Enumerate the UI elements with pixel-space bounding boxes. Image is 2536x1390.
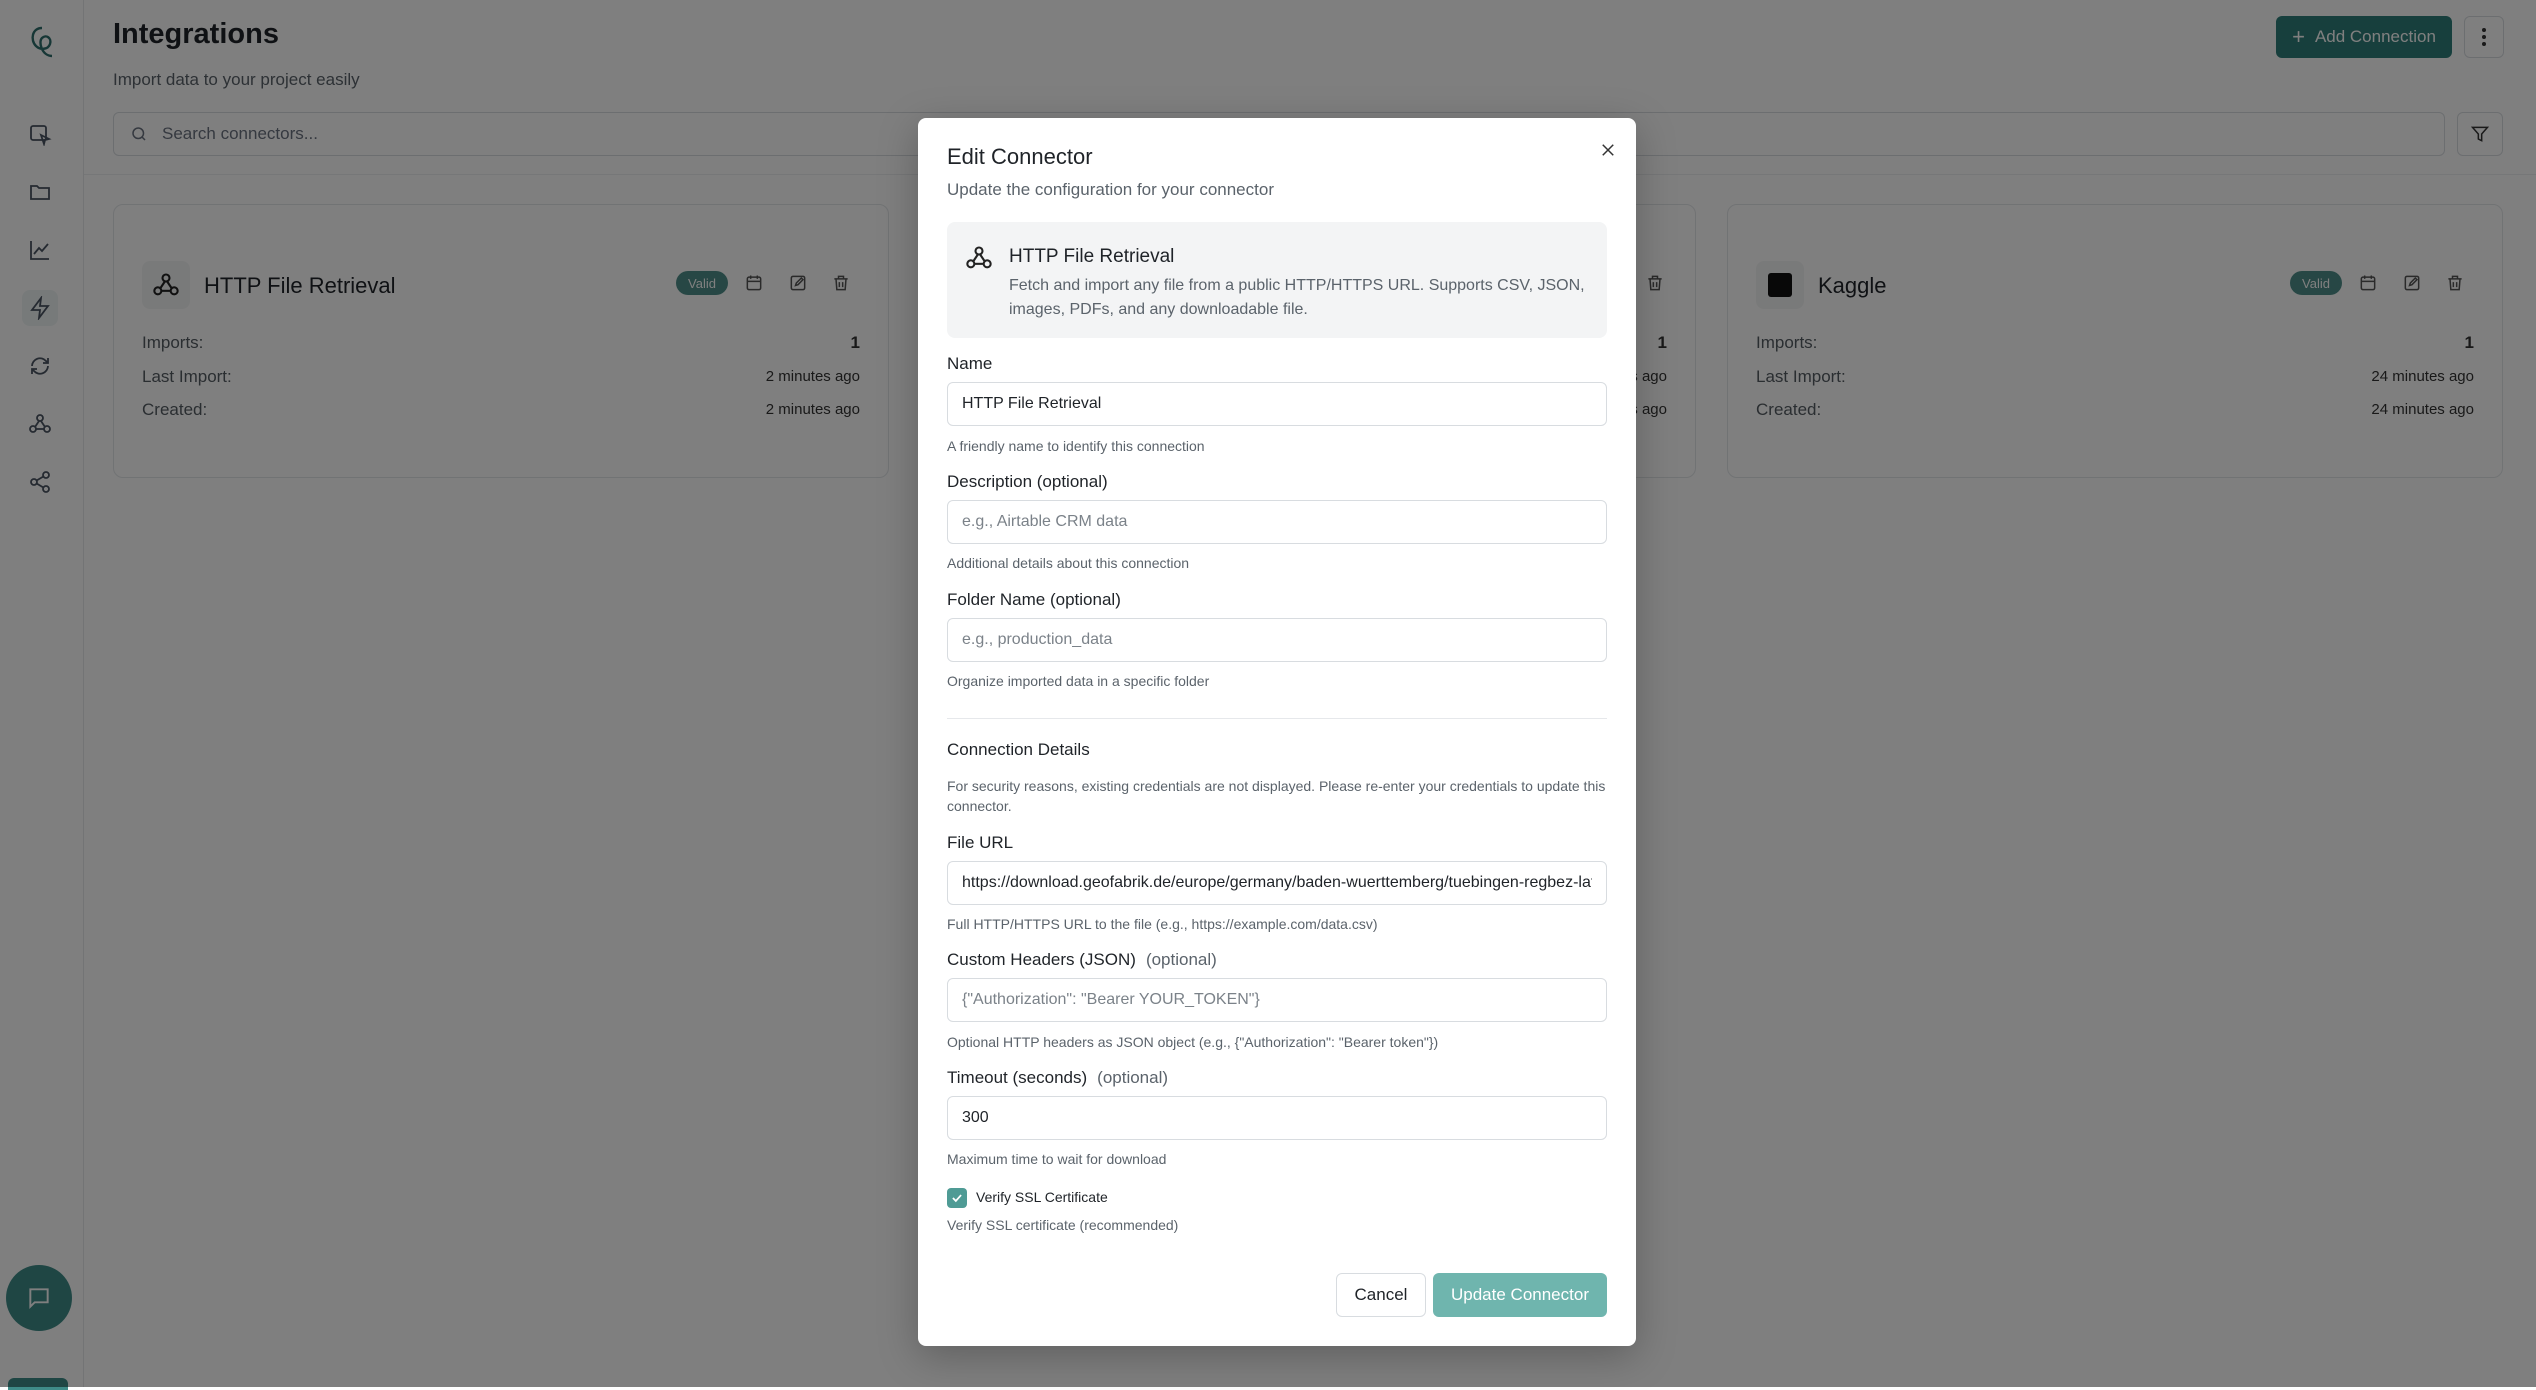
verify-ssl-checkbox[interactable] (947, 1188, 967, 1208)
connector-info-box: HTTP File Retrieval Fetch and import any… (947, 222, 1607, 338)
name-label: Name (947, 354, 993, 373)
edit-connector-dialog: Edit Connector Update the configuration … (918, 118, 1636, 1346)
close-icon (1602, 144, 1614, 156)
connector-type-description: Fetch and import any file from a public … (1009, 277, 1585, 318)
folder-input[interactable] (947, 618, 1607, 662)
folder-help: Organize imported data in a specific fol… (947, 673, 1210, 689)
description-help: Additional details about this connection (947, 555, 1190, 571)
connection-details-note: For security reasons, existing credentia… (947, 778, 1606, 814)
webhook-icon (966, 246, 992, 269)
cancel-button[interactable]: Cancel (1336, 1273, 1426, 1317)
timeout-label: Timeout (seconds) (optional) (947, 1068, 1168, 1088)
timeout-optional: (optional) (1097, 1068, 1169, 1087)
name-input[interactable] (947, 382, 1607, 426)
description-label: Description (optional) (947, 472, 1108, 491)
close-button[interactable] (1594, 136, 1622, 164)
connection-details-title: Connection Details (947, 740, 1090, 759)
timeout-label-text: Timeout (seconds) (947, 1068, 1088, 1087)
headers-help: Optional HTTP headers as JSON object (e.… (947, 1034, 1439, 1050)
dialog-subtitle: Update the configuration for your connec… (947, 180, 1274, 199)
update-connector-button[interactable]: Update Connector (1433, 1273, 1607, 1317)
headers-label: Custom Headers (JSON) (optional) (947, 950, 1217, 970)
check-icon (952, 1194, 962, 1203)
file-url-label: File URL (947, 833, 1014, 852)
file-url-help: Full HTTP/HTTPS URL to the file (e.g., h… (947, 916, 1378, 932)
timeout-input[interactable] (947, 1096, 1607, 1140)
headers-input[interactable] (947, 978, 1607, 1022)
section-divider (947, 718, 1607, 719)
dialog-title: Edit Connector (947, 144, 1093, 169)
headers-label-text: Custom Headers (JSON) (947, 950, 1136, 969)
connector-type-name: HTTP File Retrieval (1009, 246, 1175, 267)
name-help: A friendly name to identify this connect… (947, 438, 1205, 454)
headers-optional: (optional) (1145, 950, 1217, 969)
description-input[interactable] (947, 500, 1607, 544)
timeout-help: Maximum time to wait for download (947, 1151, 1167, 1167)
verify-ssl-label[interactable]: Verify SSL Certificate (976, 1189, 1108, 1205)
verify-ssl-help: Verify SSL certificate (recommended) (947, 1217, 1179, 1233)
folder-label: Folder Name (optional) (947, 590, 1121, 609)
file-url-input[interactable] (947, 861, 1607, 905)
